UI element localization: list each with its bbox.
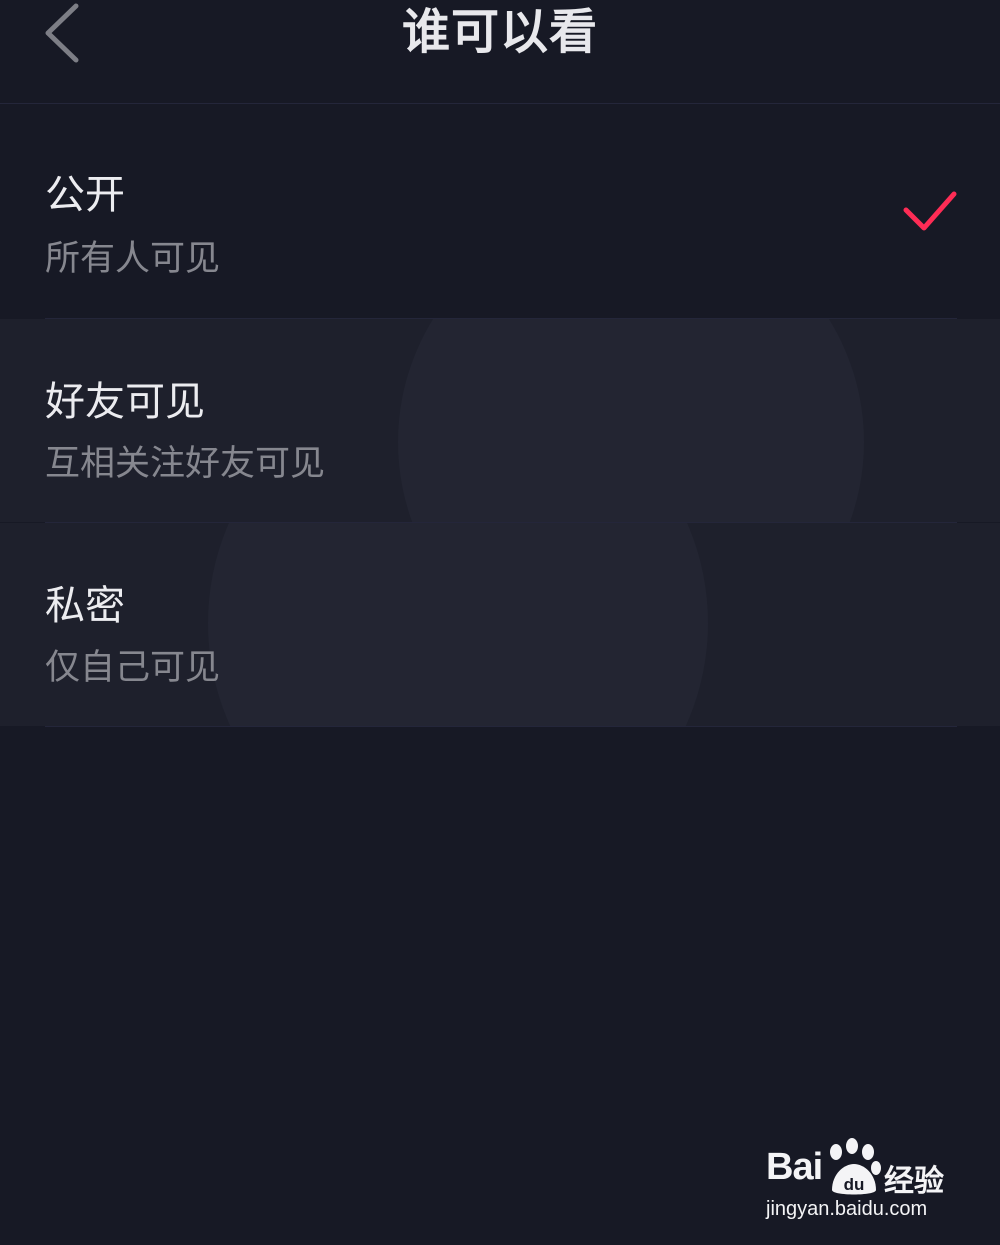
navigation-bar: 谁可以看 xyxy=(0,0,1000,104)
divider xyxy=(45,726,957,727)
checkmark-icon xyxy=(903,191,957,231)
option-description: 仅自己可见 xyxy=(45,648,221,688)
option-label: 公开 xyxy=(45,172,125,218)
option-description: 所有人可见 xyxy=(45,239,221,279)
baidu-paw-icon: du xyxy=(830,1138,881,1195)
watermark-jingyan: 经验 xyxy=(884,1164,944,1199)
option-public[interactable]: 公开 所有人可见 xyxy=(0,104,1000,307)
baidu-jingyan-watermark: Bai du 经验 jingyan.baidu.com xyxy=(766,1138,966,1228)
option-description: 互相关注好友可见 xyxy=(45,444,326,484)
press-ripple xyxy=(398,319,864,522)
option-label: 好友可见 xyxy=(45,379,205,425)
option-private[interactable]: 私密 仅自己可见 xyxy=(0,523,1000,726)
option-label: 私密 xyxy=(45,583,125,629)
watermark-url: jingyan.baidu.com xyxy=(766,1198,928,1220)
watermark-logo: Bai xyxy=(766,1146,823,1188)
press-ripple xyxy=(208,523,708,726)
option-friends[interactable]: 好友可见 互相关注好友可见 xyxy=(0,319,1000,522)
visibility-settings-screen: 谁可以看 公开 所有人可见 好友可见 互相关注好友可见 私密 仅自己可见 Bai… xyxy=(0,0,1000,1245)
watermark-du: du xyxy=(844,1175,865,1194)
page-title: 谁可以看 xyxy=(401,4,598,60)
